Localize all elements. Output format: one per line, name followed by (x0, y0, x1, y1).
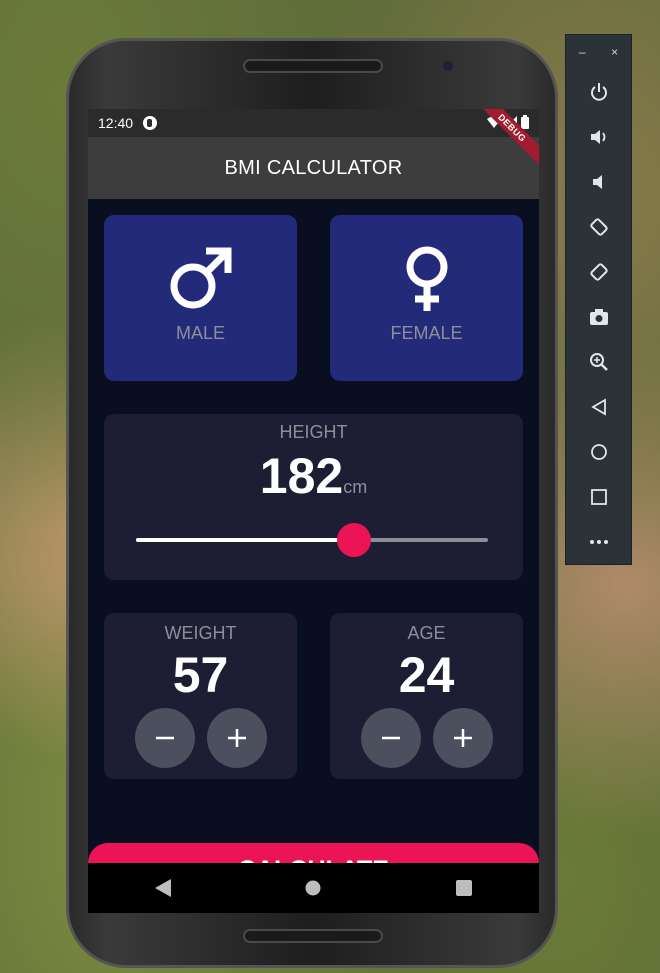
page-title: BMI CALCULATOR (224, 156, 403, 179)
weight-card: WEIGHT 57 (104, 613, 297, 779)
volume-down-icon (592, 174, 602, 189)
slider-thumb[interactable] (337, 523, 372, 557)
minus-icon (155, 736, 174, 740)
age-decrement-button[interactable] (360, 708, 421, 768)
emulator-more-button[interactable] (566, 519, 631, 564)
battery-icon (521, 115, 529, 129)
height-slider[interactable] (136, 523, 488, 557)
weight-decrement-button[interactable] (134, 708, 195, 768)
weight-label: WEIGHT (164, 623, 237, 643)
rotate-left-button[interactable] (566, 204, 631, 249)
minimize-icon[interactable]: – (579, 45, 586, 59)
male-symbol-icon (170, 247, 231, 309)
height-card: HEIGHT 182cm (104, 414, 523, 580)
age-controls (330, 708, 523, 768)
plus-icon (227, 729, 246, 747)
age-increment-button[interactable] (432, 708, 493, 768)
emulator-home-button[interactable] (566, 429, 631, 474)
age-card: AGE 24 (330, 613, 523, 779)
slider-active-track (136, 538, 355, 542)
power-icon (590, 82, 607, 101)
emulator-overview-button[interactable] (566, 474, 631, 519)
zoom-button[interactable] (566, 339, 631, 384)
age-value: 24 (398, 647, 455, 703)
top-speaker (243, 59, 383, 73)
close-icon[interactable]: × (611, 45, 618, 59)
back-icon[interactable] (155, 879, 172, 897)
zoom-icon (589, 352, 608, 371)
minus-icon (381, 736, 400, 740)
emulator-back-button[interactable] (566, 384, 631, 429)
height-value-row: 182cm (104, 451, 523, 501)
android-nav-bar (88, 863, 539, 913)
home-icon[interactable] (305, 880, 321, 896)
volume-down-button[interactable] (566, 159, 631, 204)
female-label: FEMALE (390, 323, 463, 343)
female-card[interactable]: FEMALE (330, 215, 523, 381)
rotate-right-icon (589, 262, 608, 281)
volume-up-button[interactable] (566, 114, 631, 159)
bottom-speaker (243, 929, 383, 943)
screenshot-button[interactable] (566, 294, 631, 339)
height-value: 182 (259, 448, 344, 504)
female-symbol-icon (406, 246, 447, 311)
home-icon (590, 443, 607, 460)
status-bar: 12:40 DEBUG (88, 109, 539, 172)
height-unit: cm (343, 477, 368, 497)
volume-up-icon (590, 129, 605, 144)
height-label: HEIGHT (279, 422, 348, 442)
app-bar: BMI CALCULATOR (88, 137, 539, 199)
weight-controls (104, 708, 297, 768)
device-screen: 12:40 DEBUG BMI CALCULATOR MALE FEMALE H… (88, 109, 539, 911)
plus-icon (453, 729, 472, 747)
status-time: 12:40 (98, 115, 134, 131)
power-button[interactable] (566, 69, 631, 114)
weight-value: 57 (172, 647, 229, 703)
more-icon (589, 539, 608, 544)
male-card[interactable]: MALE (104, 215, 297, 381)
male-label: MALE (175, 323, 226, 343)
recents-icon[interactable] (455, 880, 472, 896)
flutter-notification-icon (143, 116, 158, 130)
front-camera (443, 61, 453, 71)
emulator-window-controls: – × (566, 35, 631, 69)
rotate-left-icon (589, 217, 608, 236)
camera-icon (589, 308, 608, 325)
rotate-right-button[interactable] (566, 249, 631, 294)
overview-icon (590, 488, 607, 505)
phone-frame: 12:40 DEBUG BMI CALCULATOR MALE FEMALE H… (66, 38, 558, 968)
back-icon (590, 397, 606, 416)
weight-increment-button[interactable] (206, 708, 267, 768)
emulator-toolbar: – × (565, 34, 632, 565)
age-label: AGE (407, 623, 446, 643)
